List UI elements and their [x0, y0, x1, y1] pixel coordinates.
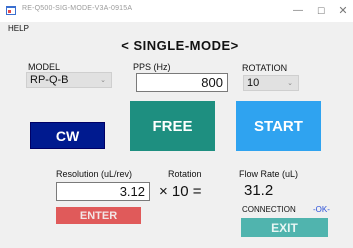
close-button[interactable]: ✕ — [331, 3, 353, 19]
multiplier-text: × 10 = — [159, 183, 202, 200]
resolution-input[interactable]: 3.12 — [56, 182, 150, 201]
start-button[interactable]: START — [236, 101, 321, 151]
model-select[interactable]: RP-Q-B ⌄ — [26, 72, 112, 88]
cw-button[interactable]: CW — [30, 122, 105, 149]
resolution-label: Resolution (uL/rev) — [56, 169, 133, 179]
rotation-value: 10 — [247, 77, 260, 89]
free-button[interactable]: FREE — [130, 101, 215, 151]
page-title: < SINGLE-MODE> — [121, 38, 239, 53]
minimize-button[interactable]: — — [286, 3, 310, 19]
rotation-select[interactable]: 10 ⌄ — [243, 75, 299, 91]
pps-label: PPS (Hz) — [133, 62, 171, 72]
rotation-label: ROTATION — [242, 63, 288, 73]
menu-help[interactable]: HELP — [8, 24, 29, 33]
app-window-icon — [6, 6, 16, 15]
flow-rate-value: 31.2 — [244, 182, 274, 199]
window-title: RE-Q500-SIG-MODE-V3A-0915A — [22, 5, 133, 12]
chevron-down-icon: ⌄ — [287, 80, 293, 87]
model-value: RP-Q-B — [30, 74, 69, 86]
connection-label: CONNECTION — [242, 205, 296, 214]
flow-rate-label: Flow Rate (uL) — [239, 169, 299, 179]
connection-status: -OK- — [313, 205, 330, 214]
exit-button[interactable]: EXIT — [241, 218, 328, 237]
model-label: MODEL — [28, 62, 61, 72]
title-bar: RE-Q500-SIG-MODE-V3A-0915A — ☐ ✕ — [0, 0, 353, 22]
chevron-down-icon: ⌄ — [100, 77, 106, 84]
pps-input[interactable]: 800 — [136, 73, 228, 92]
enter-button[interactable]: ENTER — [56, 207, 141, 224]
rotation-calc-label: Rotation — [168, 169, 202, 179]
menu-bar: HELP — [0, 22, 353, 37]
maximize-button[interactable]: ☐ — [309, 3, 333, 19]
